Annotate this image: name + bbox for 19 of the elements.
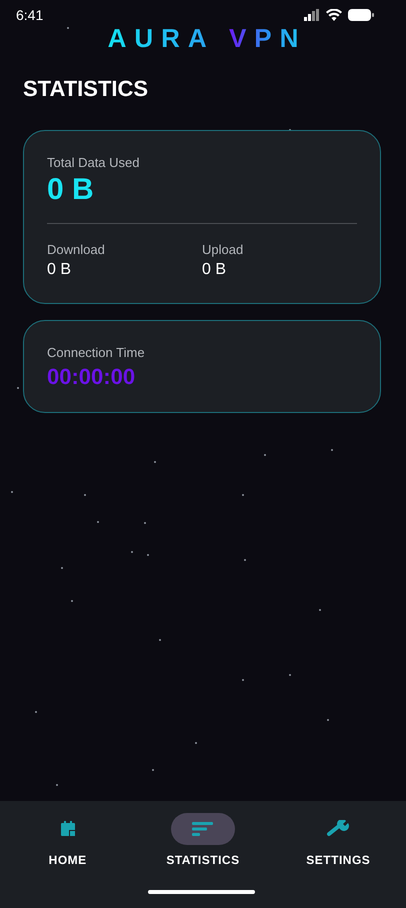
wifi-icon [326,9,342,21]
stat-value: 0 B [202,261,228,279]
stat-label: Upload [202,242,244,257]
connection-time-value: 00:00:00 [47,364,136,390]
nav-tab[interactable]: HOME [12,813,123,867]
grid-calendar-icon [58,820,77,838]
total-data-label: Total Data Used [47,155,140,170]
status-time: 6:41 [16,7,44,23]
nav-tab[interactable]: STATISTICS [148,813,258,867]
page-title: STATISTICS [23,76,148,102]
wrench-icon [327,820,350,838]
nav-tab[interactable]: SETTINGS [283,813,394,867]
stat-label: Download [47,242,106,257]
total-data-value: 0 B [47,173,95,207]
sort-bars-icon [192,822,214,836]
connection-time-label: Connection Time [47,345,146,360]
stat-value: 0 B [47,261,72,279]
battery-icon [348,9,374,21]
signal-icon [304,9,320,21]
